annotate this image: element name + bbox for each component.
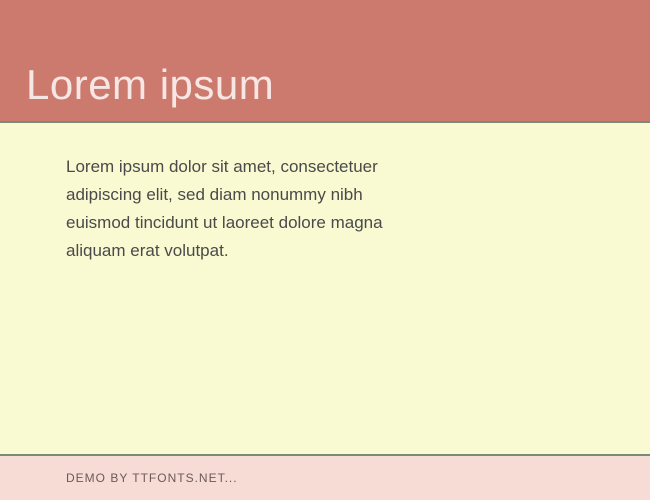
footer-bar: DEMO BY TTFONTS.NET...: [0, 456, 650, 500]
body-paragraph: Lorem ipsum dolor sit amet, consectetuer…: [66, 153, 406, 265]
content-area: Lorem ipsum dolor sit amet, consectetuer…: [0, 123, 650, 454]
page-title: Lorem ipsum: [26, 61, 274, 109]
page-container: Lorem ipsum Lorem ipsum dolor sit amet, …: [0, 0, 650, 500]
header-bar: Lorem ipsum: [0, 0, 650, 121]
footer-text: DEMO BY TTFONTS.NET...: [66, 471, 238, 485]
